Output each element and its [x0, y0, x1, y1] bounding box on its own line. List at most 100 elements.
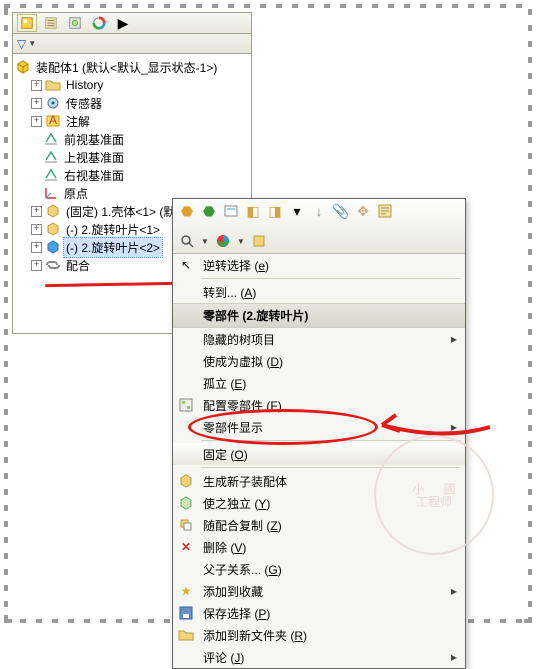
tree-plane-right[interactable]: 右视基准面: [15, 166, 249, 184]
filter-dropdown-icon[interactable]: ▼: [28, 39, 36, 48]
menu-component-display[interactable]: 零部件显示▸: [173, 416, 465, 438]
origin-icon: [43, 185, 59, 201]
save-icon: [178, 605, 194, 621]
menu-label: 逆转选择 (e): [203, 257, 269, 274]
menu-label: 使成为虚拟 (D): [203, 353, 283, 370]
open-part-icon[interactable]: [223, 203, 239, 219]
menu-isolate[interactable]: 孤立 (E): [173, 372, 465, 394]
expand-icon[interactable]: +: [31, 224, 42, 235]
folder-icon: [45, 77, 61, 93]
menu-make-independent[interactable]: 使之独立 (Y): [173, 492, 465, 514]
svg-text:A: A: [49, 113, 57, 127]
sensor-icon: [45, 95, 61, 111]
tree-label: 前视基准面: [62, 130, 126, 149]
component-icon[interactable]: ⬣: [179, 203, 195, 219]
tree-label: 右视基准面: [62, 166, 126, 185]
menu-add-to-folder[interactable]: 添加到新文件夹 (R): [173, 624, 465, 646]
tree-plane-top[interactable]: 上视基准面: [15, 148, 249, 166]
menu-separator: [201, 278, 461, 279]
menu-save-selection[interactable]: 保存选择 (P): [173, 602, 465, 624]
appearance-icon[interactable]: [215, 233, 231, 249]
tab-feature-manager[interactable]: [17, 14, 37, 32]
menu-label: 孤立 (E): [203, 375, 246, 392]
display-state-icon[interactable]: ▾: [289, 203, 305, 219]
menu-label: 使之独立 (Y): [203, 495, 270, 512]
tree-annotations[interactable]: + A 注解: [15, 112, 249, 130]
menu-separator: [201, 440, 461, 441]
menu-new-subassembly[interactable]: 生成新子装配体: [173, 470, 465, 492]
tree-label-selected: (-) 2.旋转叶片<2>: [64, 238, 162, 257]
menu-label: 保存选择 (P): [203, 605, 270, 622]
menu-label: 转到... (A): [203, 284, 256, 301]
zoom-icon[interactable]: [179, 233, 195, 249]
appearance-dropdown-icon[interactable]: ▼: [237, 237, 245, 246]
independent-icon: [178, 495, 194, 511]
menu-copy-with-mates[interactable]: 随配合复制 (Z): [173, 514, 465, 536]
menu-add-favorite[interactable]: ★ 添加到收藏 ▸: [173, 580, 465, 602]
annotation-red-underline: [45, 282, 175, 287]
menu-goto[interactable]: 转到... (A): [173, 281, 465, 303]
tree-root[interactable]: 装配体1 (默认<默认_显示状态-1>): [15, 58, 249, 76]
menu-make-virtual[interactable]: 使成为虚拟 (D): [173, 350, 465, 372]
context-menu: ⬣ ⬣ ◧ ◨ ▾ ↓ 📎 ✥ ▼ ▼ ↖ 逆转选择 (e) 转到... (A): [172, 198, 466, 669]
tree-sensors[interactable]: + 传感器: [15, 94, 249, 112]
panel-tabbar: ▶: [12, 12, 252, 34]
part-icon: [45, 203, 61, 219]
expand-icon[interactable]: +: [31, 242, 42, 253]
plane-icon: [43, 149, 59, 165]
tab-display-manager[interactable]: ▶: [113, 14, 133, 32]
tree-label: History: [64, 77, 105, 93]
favorite-icon: ★: [178, 583, 194, 599]
menu-comment[interactable]: 评论 (J) ▸: [173, 646, 465, 668]
tree-label: (固定) 1.壳体<1> (默: [64, 202, 177, 221]
tree-label: (-) 2.旋转叶片<1>: [64, 220, 162, 239]
tree-label: 原点: [62, 184, 90, 203]
tools-icon[interactable]: [251, 233, 267, 249]
menu-hidden-tree-items[interactable]: 隐藏的树项目▸: [173, 328, 465, 350]
menu-label: 添加到收藏: [203, 583, 263, 600]
assembly-icon: [15, 59, 31, 75]
tree-label: 注解: [64, 112, 92, 131]
tab-property-manager[interactable]: [41, 14, 61, 32]
tree-history[interactable]: + History: [15, 76, 249, 94]
config-icon: [178, 397, 194, 413]
expand-icon[interactable]: +: [31, 116, 42, 127]
menu-configure-component[interactable]: 配置零部件 (F): [173, 394, 465, 416]
menu-label: 评论 (J): [203, 649, 244, 666]
filter-bar: ▽ ▼: [12, 34, 252, 54]
expand-icon[interactable]: +: [31, 98, 42, 109]
menu-delete[interactable]: ✕ 删除 (V): [173, 536, 465, 558]
menu-label: 配置零部件 (F): [203, 397, 282, 414]
tab-configuration-manager[interactable]: [65, 14, 85, 32]
part-icon: [45, 239, 61, 255]
filter-icon[interactable]: ▽: [17, 37, 26, 51]
properties-icon[interactable]: [377, 203, 393, 219]
expand-icon[interactable]: +: [31, 80, 42, 91]
submenu-arrow-icon: ▸: [451, 584, 457, 598]
chevron-right-icon: ▶: [118, 15, 129, 32]
tree-label: 配合: [64, 256, 92, 275]
submenu-arrow-icon: ▸: [451, 420, 457, 434]
menu-label: 删除 (V): [203, 539, 246, 556]
menu-invert-selection[interactable]: ↖ 逆转选择 (e): [173, 254, 465, 276]
mate-icon[interactable]: 📎: [333, 203, 349, 219]
menu-label: 隐藏的树项目: [203, 331, 275, 348]
edit-part-icon[interactable]: ⬣: [201, 203, 217, 219]
tree-plane-front[interactable]: 前视基准面: [15, 130, 249, 148]
menu-fix[interactable]: 固定 (O): [173, 443, 465, 465]
delete-icon: ✕: [178, 539, 194, 555]
menu-label: 生成新子装配体: [203, 473, 287, 490]
menu-parent-child[interactable]: 父子关系... (G): [173, 558, 465, 580]
menu-group-header: 零部件 (2.旋转叶片): [173, 303, 465, 328]
menu-label: 固定 (O): [203, 446, 248, 463]
menu-separator: [201, 467, 461, 468]
transparency-icon[interactable]: ◨: [267, 203, 283, 219]
move-icon[interactable]: ✥: [355, 203, 371, 219]
expand-icon[interactable]: +: [31, 206, 42, 217]
expand-icon[interactable]: +: [31, 260, 42, 271]
tab-dimxpert-manager[interactable]: [89, 14, 109, 32]
suppress-icon[interactable]: ↓: [311, 203, 327, 219]
zoom-dropdown-icon[interactable]: ▼: [201, 237, 209, 246]
hide-icon[interactable]: ◧: [245, 203, 261, 219]
plane-icon: [43, 167, 59, 183]
